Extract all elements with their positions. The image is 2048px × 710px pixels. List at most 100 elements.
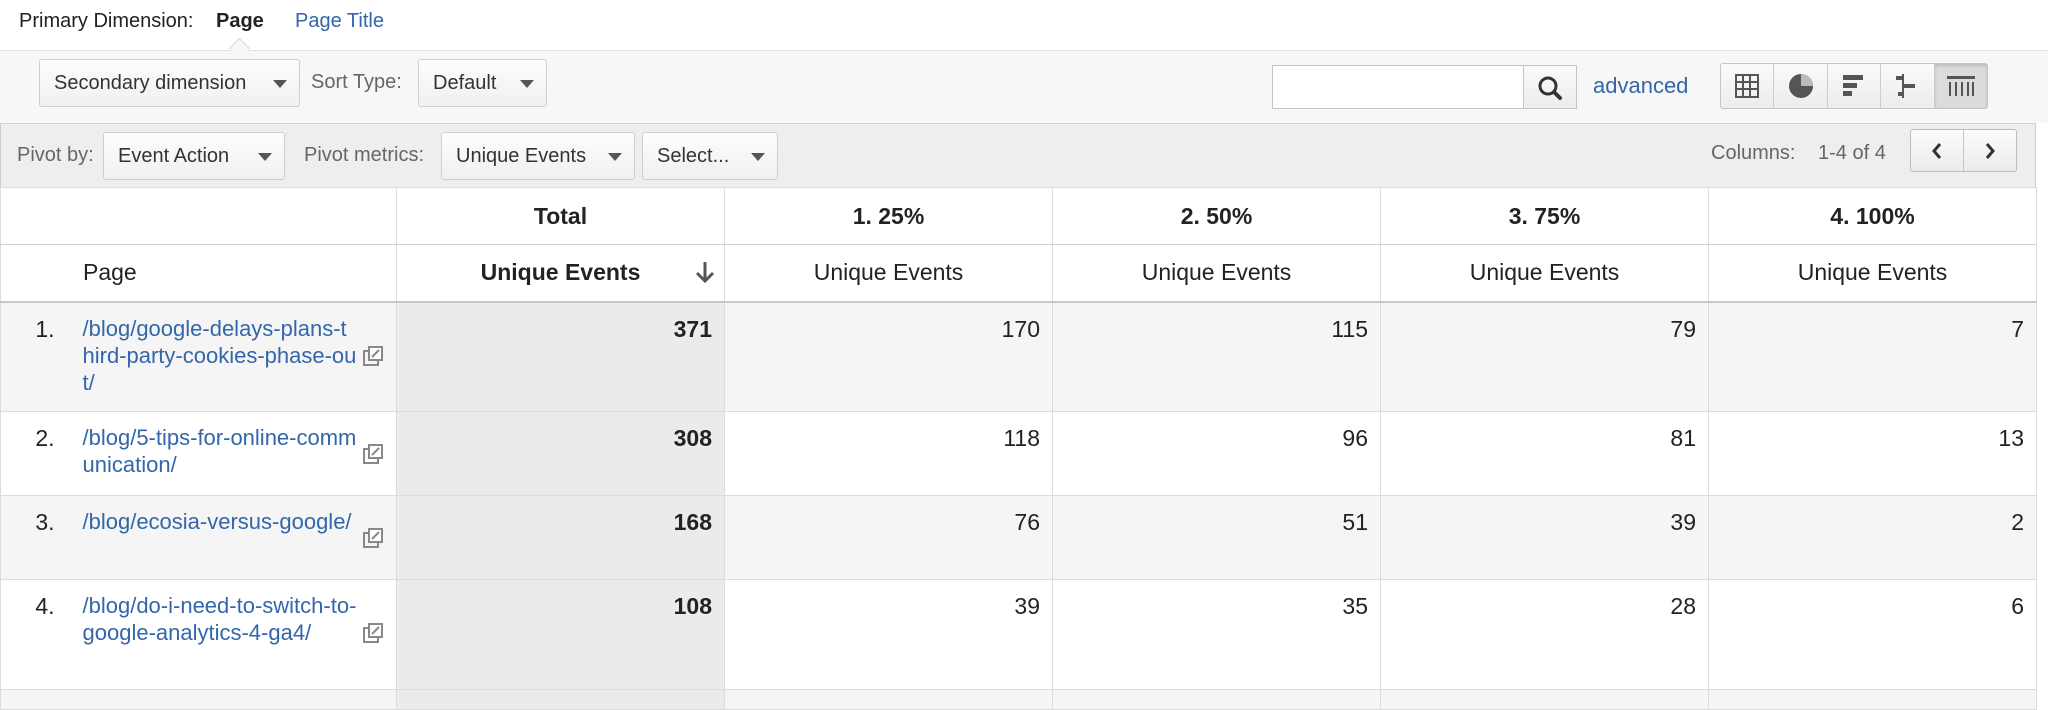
pivot-group-header-row: Total 1. 25% 2. 50% 3. 75% 4. 100% [0, 187, 2037, 245]
value-100: 6 [1708, 579, 2037, 690]
total-unique-events-label: Unique Events [480, 259, 641, 286]
secondary-dimension-label: Secondary dimension [54, 72, 247, 94]
table-row: 4. /blog/do-i-need-to-switch-to-google-a… [0, 579, 2037, 690]
page-cell [68, 689, 397, 710]
total-unique-events-header[interactable]: Unique Events [396, 244, 725, 303]
page-column-header[interactable]: Page [0, 244, 397, 303]
pivot-metrics-label: Pivot metrics: [304, 144, 425, 166]
value-100: 2 [1708, 495, 2037, 580]
columns-range: 1-4 of 4 [1818, 142, 1886, 164]
value-50 [1052, 689, 1381, 710]
value-50: 35 [1052, 579, 1381, 690]
value-100: 7 [1708, 301, 2037, 412]
chevron-right-icon [1985, 142, 1995, 159]
value-75: 28 [1380, 579, 1709, 690]
sort-type-dropdown[interactable]: Default [418, 59, 547, 107]
value-75 [1380, 689, 1709, 710]
row-index [0, 689, 69, 710]
value-25: 76 [724, 495, 1053, 580]
open-external-icon[interactable] [362, 345, 384, 367]
pie-view-icon [1788, 74, 1813, 98]
table-row: 2. /blog/5-tips-for-online-communication… [0, 411, 2037, 496]
pie-view-button[interactable] [1774, 64, 1828, 108]
primary-dimension-page[interactable]: Page [216, 10, 264, 33]
group-header-25: 1. 25% [724, 187, 1053, 245]
pivot-metric-dropdown[interactable]: Unique Events [441, 132, 635, 180]
chevron-down-icon [608, 153, 622, 161]
sort-type-label: Sort Type: [311, 71, 402, 93]
pivot-table: Total 1. 25% 2. 50% 3. 75% 4. 100% Page … [0, 187, 2037, 710]
value-25: 170 [724, 301, 1053, 412]
group-header-50: 2. 50% [1052, 187, 1381, 245]
row-index: 2. [0, 411, 69, 496]
bar-view-icon [1843, 75, 1864, 96]
pivot-by-dropdown[interactable]: Event Action [103, 132, 285, 180]
group-header-total: Total [396, 187, 725, 245]
pivot-metric-value: Unique Events [456, 145, 587, 167]
pivot-metric-second-dropdown[interactable]: Select... [642, 132, 778, 180]
page-link[interactable]: /blog/ecosia-versus-google/ [83, 508, 358, 535]
secondary-dimension-dropdown[interactable]: Secondary dimension [39, 59, 300, 107]
open-external-icon[interactable] [362, 443, 384, 465]
open-external-icon[interactable] [362, 527, 384, 549]
sort-descending-icon [695, 262, 715, 284]
chevron-left-icon [1932, 142, 1942, 159]
bar-view-button[interactable] [1828, 64, 1882, 108]
chevron-down-icon [273, 80, 287, 88]
value-75: 39 [1380, 495, 1709, 580]
advanced-filter-link[interactable]: advanced [1593, 73, 1688, 99]
column-pager [1910, 129, 2017, 172]
page-link[interactable]: /blog/google-delays-plans-third-party-co… [83, 315, 358, 396]
page-cell: /blog/5-tips-for-online-communication/ [68, 411, 397, 496]
search-button[interactable] [1523, 65, 1577, 109]
pivot-view-button[interactable] [1934, 64, 1988, 108]
pivot-metric-second-value: Select... [657, 145, 730, 167]
open-external-icon[interactable] [362, 622, 384, 644]
unique-events-header-25[interactable]: Unique Events [724, 244, 1053, 303]
group-header-75: 3. 75% [1380, 187, 1709, 245]
next-columns-button[interactable] [1964, 130, 2016, 171]
metric-header-row: Page Unique Events Unique Events Unique … [0, 244, 2037, 303]
columns-label: Columns: [1711, 142, 1796, 164]
comparison-view-button[interactable] [1881, 64, 1935, 108]
unique-events-header-50[interactable]: Unique Events [1052, 244, 1381, 303]
previous-columns-button[interactable] [1911, 130, 1964, 171]
unique-events-header-75[interactable]: Unique Events [1380, 244, 1709, 303]
grid-view-icon [1735, 74, 1760, 98]
page-link[interactable]: /blog/5-tips-for-online-communication/ [83, 424, 358, 478]
table-search-input[interactable] [1272, 65, 1524, 109]
total-value: 308 [396, 411, 725, 496]
page-cell: /blog/ecosia-versus-google/ [68, 495, 397, 580]
row-index: 1. [0, 301, 69, 412]
pivot-by-value: Event Action [118, 145, 230, 167]
unique-events-header-100[interactable]: Unique Events [1708, 244, 2037, 303]
value-25: 118 [724, 411, 1053, 496]
table-row: 3. /blog/ecosia-versus-google/ 168 76 51… [0, 495, 2037, 580]
view-switcher [1720, 63, 1988, 109]
value-100 [1708, 689, 2037, 710]
primary-dimension-page-title[interactable]: Page Title [295, 10, 384, 33]
search-icon [1538, 76, 1562, 100]
table-row-partial [0, 689, 2037, 710]
chevron-down-icon [520, 80, 534, 88]
value-50: 96 [1052, 411, 1381, 496]
chevron-down-icon [751, 153, 765, 161]
primary-dimension-bar: Primary Dimension: Page Page Title [0, 0, 2048, 60]
pivot-by-label: Pivot by: [17, 144, 94, 166]
pivot-view-icon [1946, 76, 1975, 96]
table-row: 1. /blog/google-delays-plans-third-party… [0, 301, 2037, 412]
value-25 [724, 689, 1053, 710]
empty-header-cell [0, 187, 397, 245]
row-index: 3. [0, 495, 69, 580]
grid-view-button[interactable] [1721, 64, 1775, 108]
value-50: 51 [1052, 495, 1381, 580]
value-50: 115 [1052, 301, 1381, 412]
page-cell: /blog/do-i-need-to-switch-to-google-anal… [68, 579, 397, 690]
primary-dimension-label: Primary Dimension: [19, 10, 194, 32]
value-75: 79 [1380, 301, 1709, 412]
total-value: 371 [396, 301, 725, 412]
page-link[interactable]: /blog/do-i-need-to-switch-to-google-anal… [83, 592, 358, 646]
page-cell: /blog/google-delays-plans-third-party-co… [68, 301, 397, 412]
chevron-down-icon [258, 153, 272, 161]
value-75: 81 [1380, 411, 1709, 496]
